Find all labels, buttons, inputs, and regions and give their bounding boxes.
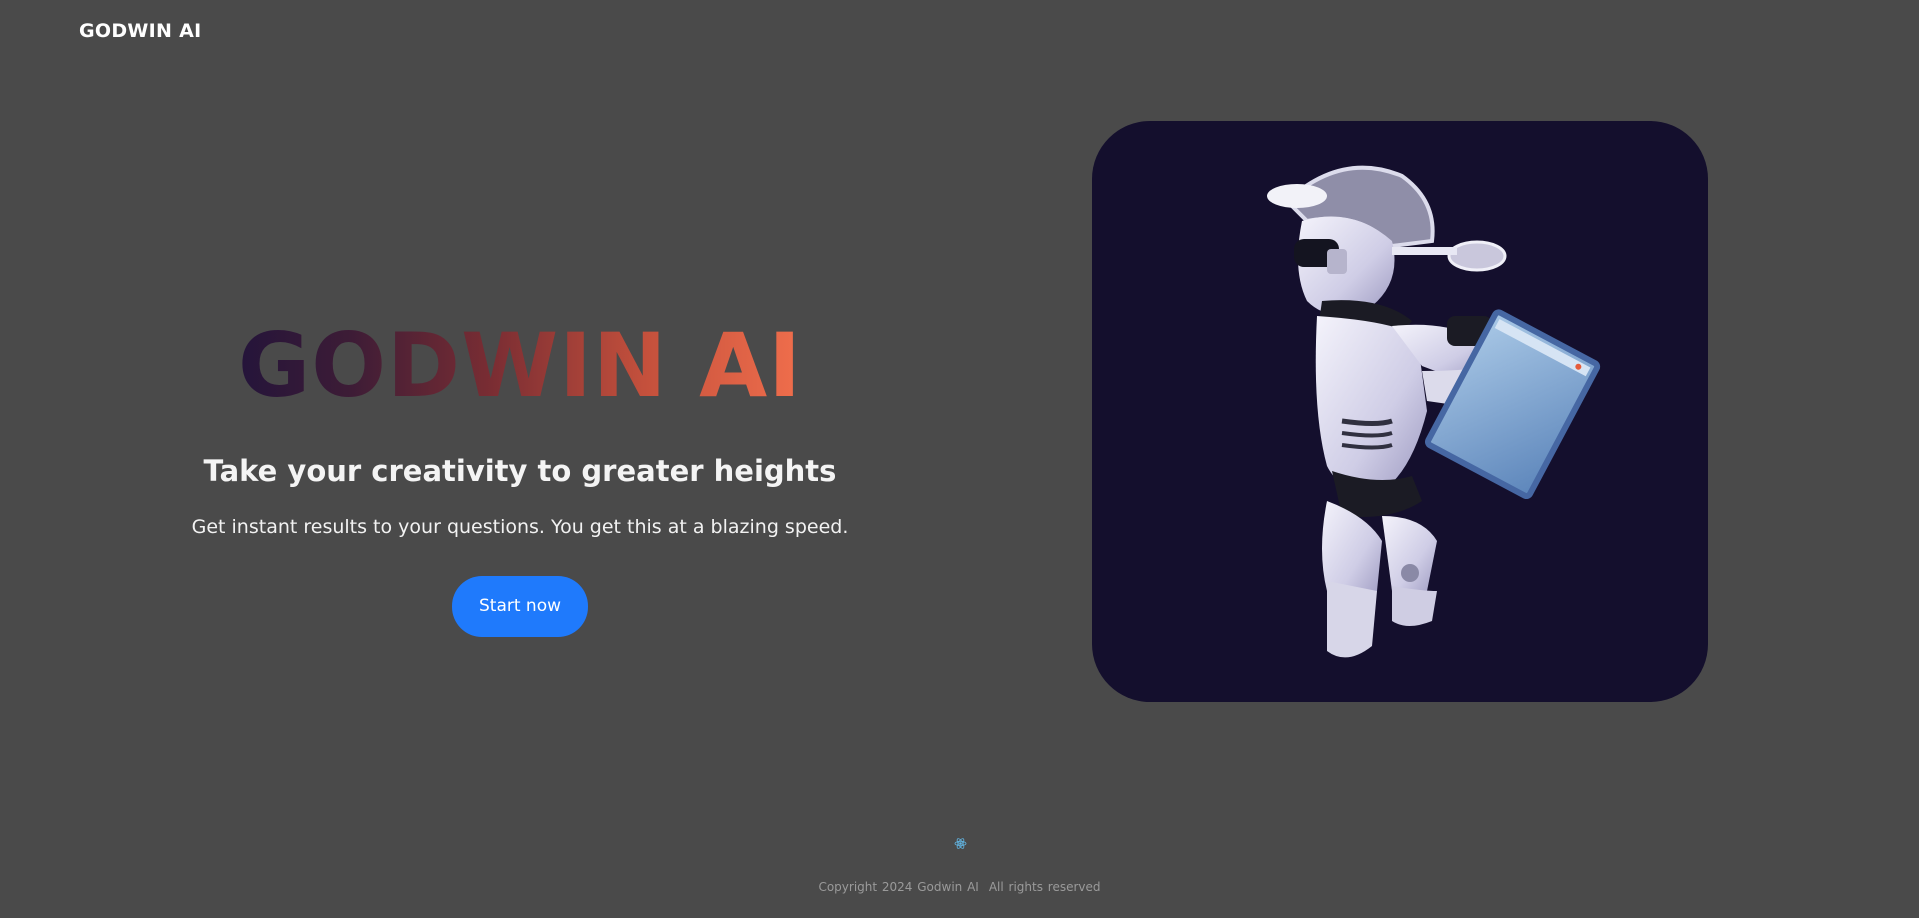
landing-page: GODWIN AI GODWIN AI Take your creativity… <box>0 0 1919 918</box>
footer-copyright: Copyright 2024 Godwin AI <box>818 880 979 894</box>
robot-illustration <box>1092 121 1708 702</box>
footer-rights: All rights reserved <box>988 880 1101 894</box>
react-logo-icon <box>954 838 967 849</box>
brand-logo[interactable]: GODWIN AI <box>79 20 202 42</box>
hero-subtitle: Take your creativity to greater heights <box>203 454 837 489</box>
robot-image <box>1267 165 1601 658</box>
start-now-button[interactable]: Start now <box>452 576 588 638</box>
hero-description: Get instant results to your questions. Y… <box>191 516 849 539</box>
hero-text-section: GODWIN AI Take your creativity to greate… <box>0 314 1040 638</box>
footer: Copyright 2024 Godwin AI All rights reser… <box>0 880 1919 894</box>
hero-title: GODWIN AI <box>237 314 803 417</box>
